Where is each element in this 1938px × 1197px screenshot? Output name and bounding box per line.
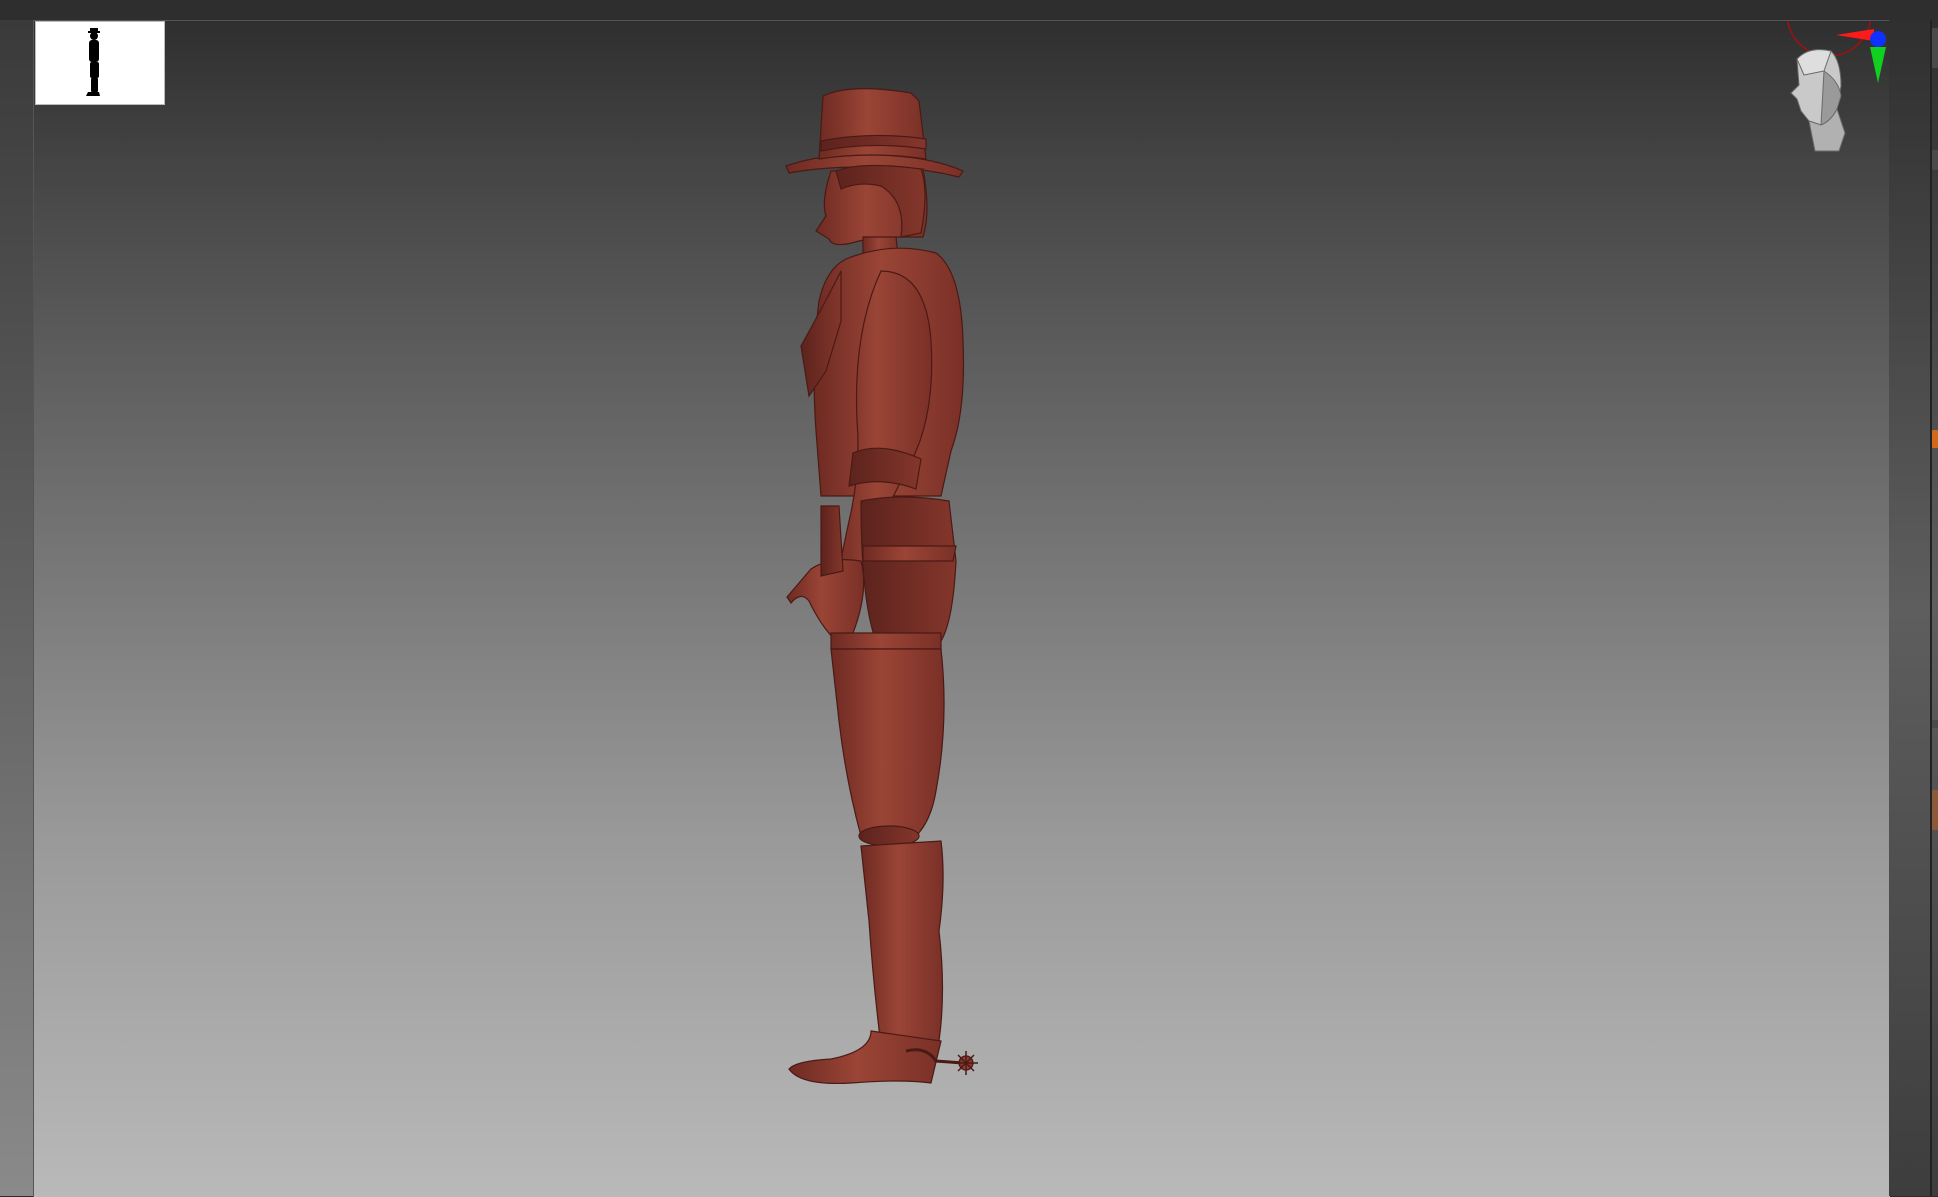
shelf-divider [1930, 20, 1932, 1196]
y-axis-arrow [1870, 47, 1886, 83]
shelf-tab[interactable] [1932, 150, 1938, 170]
right-tool-shelf [1889, 20, 1938, 1196]
z-axis-dot [1870, 31, 1886, 47]
3d-sculpt-model[interactable] [34, 21, 1890, 1197]
shelf-tab[interactable] [1932, 720, 1938, 728]
shelf-tab-active[interactable] [1932, 430, 1938, 448]
3d-viewport-canvas[interactable] [33, 20, 1890, 1197]
x-axis-arrow [1836, 29, 1874, 41]
shelf-tab[interactable] [1932, 790, 1938, 830]
shelf-tab[interactable] [1932, 28, 1938, 68]
left-edge-panel [0, 20, 33, 1196]
top-title-bar [0, 0, 1938, 20]
head-orientation-icon[interactable] [1779, 41, 1859, 161]
